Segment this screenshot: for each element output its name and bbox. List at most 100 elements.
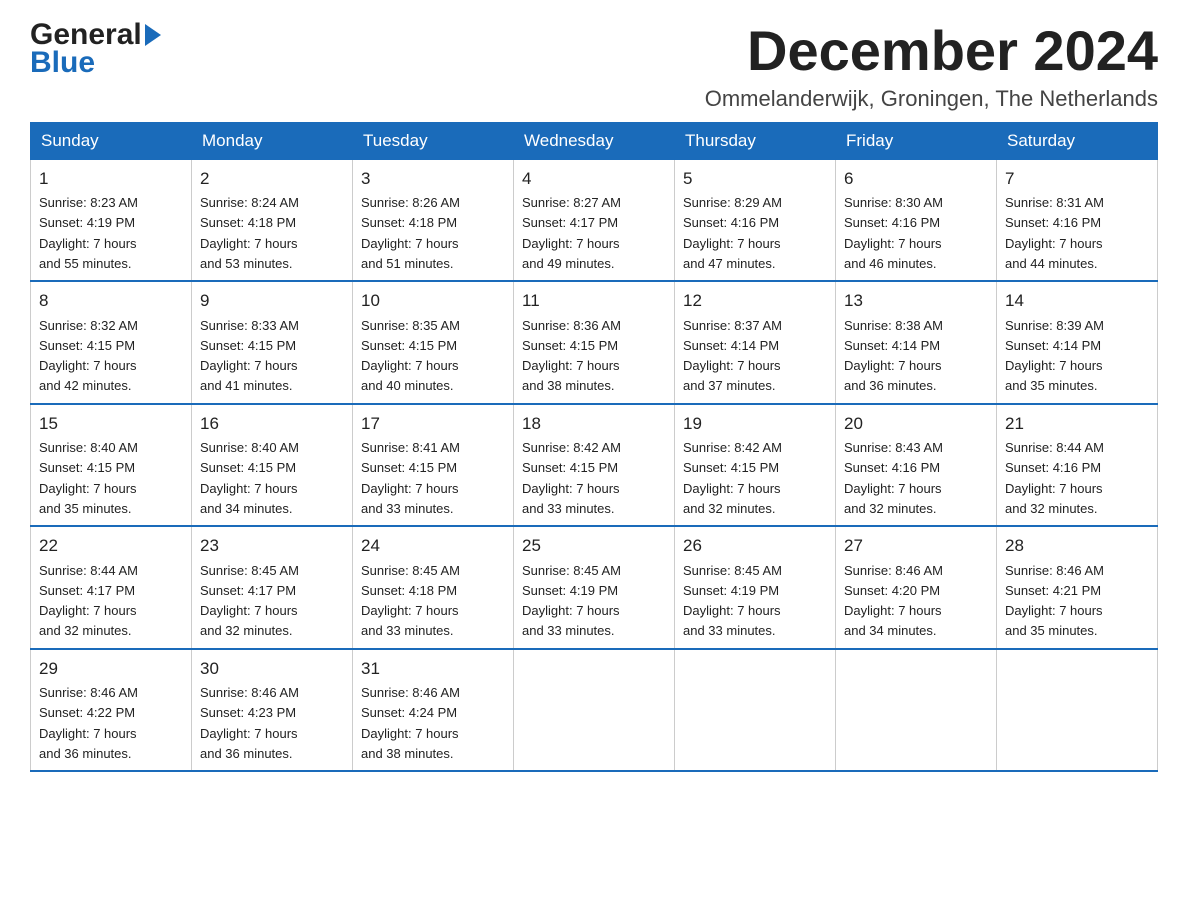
day-number: 5 [683, 166, 827, 192]
day-info: Sunrise: 8:33 AMSunset: 4:15 PMDaylight:… [200, 318, 299, 394]
day-number: 24 [361, 533, 505, 559]
day-number: 15 [39, 411, 183, 437]
day-number: 3 [361, 166, 505, 192]
calendar-day-cell: 25 Sunrise: 8:45 AMSunset: 4:19 PMDayligh… [514, 526, 675, 649]
day-info: Sunrise: 8:26 AMSunset: 4:18 PMDaylight:… [361, 195, 460, 271]
day-info: Sunrise: 8:46 AMSunset: 4:24 PMDaylight:… [361, 685, 460, 761]
day-info: Sunrise: 8:46 AMSunset: 4:23 PMDaylight:… [200, 685, 299, 761]
day-info: Sunrise: 8:24 AMSunset: 4:18 PMDaylight:… [200, 195, 299, 271]
day-info: Sunrise: 8:31 AMSunset: 4:16 PMDaylight:… [1005, 195, 1104, 271]
title-block: December 2024 Ommelanderwijk, Groningen,… [705, 20, 1158, 112]
day-number: 23 [200, 533, 344, 559]
day-info: Sunrise: 8:35 AMSunset: 4:15 PMDaylight:… [361, 318, 460, 394]
day-number: 13 [844, 288, 988, 314]
calendar-day-cell: 13 Sunrise: 8:38 AMSunset: 4:14 PMDayligh… [836, 281, 997, 404]
day-info: Sunrise: 8:23 AMSunset: 4:19 PMDaylight:… [39, 195, 138, 271]
day-info: Sunrise: 8:37 AMSunset: 4:14 PMDaylight:… [683, 318, 782, 394]
calendar-day-cell: 6Sunrise: 8:30 AMSunset: 4:16 PMDaylight… [836, 159, 997, 281]
calendar-day-cell: 9 Sunrise: 8:33 AMSunset: 4:15 PMDaylight… [192, 281, 353, 404]
day-info: Sunrise: 8:46 AMSunset: 4:22 PMDaylight:… [39, 685, 138, 761]
day-number: 29 [39, 656, 183, 682]
calendar-day-header: Friday [836, 122, 997, 159]
day-number: 22 [39, 533, 183, 559]
calendar-day-header: Wednesday [514, 122, 675, 159]
day-info: Sunrise: 8:42 AMSunset: 4:15 PMDaylight:… [522, 440, 621, 516]
calendar-day-cell: 20 Sunrise: 8:43 AMSunset: 4:16 PMDayligh… [836, 404, 997, 527]
calendar-day-cell: 18 Sunrise: 8:42 AMSunset: 4:15 PMDayligh… [514, 404, 675, 527]
day-info: Sunrise: 8:44 AMSunset: 4:16 PMDaylight:… [1005, 440, 1104, 516]
calendar-day-cell: 30 Sunrise: 8:46 AMSunset: 4:23 PMDayligh… [192, 649, 353, 772]
day-number: 31 [361, 656, 505, 682]
calendar-day-cell [836, 649, 997, 772]
day-info: Sunrise: 8:38 AMSunset: 4:14 PMDaylight:… [844, 318, 943, 394]
day-number: 18 [522, 411, 666, 437]
calendar-week-row: 15 Sunrise: 8:40 AMSunset: 4:15 PMDayligh… [31, 404, 1158, 527]
calendar-day-header: Monday [192, 122, 353, 159]
calendar-day-cell: 22 Sunrise: 8:44 AMSunset: 4:17 PMDayligh… [31, 526, 192, 649]
day-number: 14 [1005, 288, 1149, 314]
day-number: 12 [683, 288, 827, 314]
calendar-day-cell: 1 Sunrise: 8:23 AMSunset: 4:19 PMDaylight… [31, 159, 192, 281]
calendar-day-cell: 10 Sunrise: 8:35 AMSunset: 4:15 PMDayligh… [353, 281, 514, 404]
month-title: December 2024 [705, 20, 1158, 82]
calendar-day-cell: 27Sunrise: 8:46 AMSunset: 4:20 PMDayligh… [836, 526, 997, 649]
calendar-table: SundayMondayTuesdayWednesdayThursdayFrid… [30, 122, 1158, 773]
day-info: Sunrise: 8:44 AMSunset: 4:17 PMDaylight:… [39, 563, 138, 639]
calendar-day-cell: 24 Sunrise: 8:45 AMSunset: 4:18 PMDayligh… [353, 526, 514, 649]
day-number: 10 [361, 288, 505, 314]
calendar-day-cell: 17Sunrise: 8:41 AMSunset: 4:15 PMDayligh… [353, 404, 514, 527]
day-number: 17 [361, 411, 505, 437]
calendar-day-header: Saturday [997, 122, 1158, 159]
day-number: 2 [200, 166, 344, 192]
day-info: Sunrise: 8:36 AMSunset: 4:15 PMDaylight:… [522, 318, 621, 394]
calendar-day-cell [514, 649, 675, 772]
calendar-day-cell: 11 Sunrise: 8:36 AMSunset: 4:15 PMDayligh… [514, 281, 675, 404]
calendar-day-header: Sunday [31, 122, 192, 159]
day-info: Sunrise: 8:30 AMSunset: 4:16 PMDaylight:… [844, 195, 943, 271]
day-info: Sunrise: 8:46 AMSunset: 4:20 PMDaylight:… [844, 563, 943, 639]
calendar-day-cell: 31 Sunrise: 8:46 AMSunset: 4:24 PMDayligh… [353, 649, 514, 772]
day-info: Sunrise: 8:43 AMSunset: 4:16 PMDaylight:… [844, 440, 943, 516]
calendar-day-cell: 29 Sunrise: 8:46 AMSunset: 4:22 PMDayligh… [31, 649, 192, 772]
day-number: 16 [200, 411, 344, 437]
day-info: Sunrise: 8:29 AMSunset: 4:16 PMDaylight:… [683, 195, 782, 271]
day-number: 1 [39, 166, 183, 192]
day-number: 28 [1005, 533, 1149, 559]
day-number: 25 [522, 533, 666, 559]
day-number: 30 [200, 656, 344, 682]
calendar-week-row: 22 Sunrise: 8:44 AMSunset: 4:17 PMDayligh… [31, 526, 1158, 649]
logo-line2: Blue [30, 46, 95, 80]
calendar-day-cell: 12 Sunrise: 8:37 AMSunset: 4:14 PMDayligh… [675, 281, 836, 404]
day-number: 9 [200, 288, 344, 314]
calendar-day-cell: 28Sunrise: 8:46 AMSunset: 4:21 PMDayligh… [997, 526, 1158, 649]
calendar-day-cell: 15 Sunrise: 8:40 AMSunset: 4:15 PMDayligh… [31, 404, 192, 527]
day-info: Sunrise: 8:40 AMSunset: 4:15 PMDaylight:… [39, 440, 138, 516]
calendar-week-row: 8 Sunrise: 8:32 AMSunset: 4:15 PMDaylight… [31, 281, 1158, 404]
day-info: Sunrise: 8:42 AMSunset: 4:15 PMDaylight:… [683, 440, 782, 516]
day-info: Sunrise: 8:45 AMSunset: 4:19 PMDaylight:… [683, 563, 782, 639]
calendar-day-cell: 2 Sunrise: 8:24 AMSunset: 4:18 PMDaylight… [192, 159, 353, 281]
calendar-day-header: Tuesday [353, 122, 514, 159]
day-number: 20 [844, 411, 988, 437]
calendar-day-cell: 23 Sunrise: 8:45 AMSunset: 4:17 PMDayligh… [192, 526, 353, 649]
day-number: 11 [522, 288, 666, 314]
calendar-day-cell: 4Sunrise: 8:27 AMSunset: 4:17 PMDaylight… [514, 159, 675, 281]
day-info: Sunrise: 8:45 AMSunset: 4:19 PMDaylight:… [522, 563, 621, 639]
day-number: 8 [39, 288, 183, 314]
day-info: Sunrise: 8:40 AMSunset: 4:15 PMDaylight:… [200, 440, 299, 516]
calendar-day-cell: 8 Sunrise: 8:32 AMSunset: 4:15 PMDaylight… [31, 281, 192, 404]
day-info: Sunrise: 8:45 AMSunset: 4:18 PMDaylight:… [361, 563, 460, 639]
day-number: 21 [1005, 411, 1149, 437]
logo: General Blue [30, 20, 161, 80]
day-info: Sunrise: 8:32 AMSunset: 4:15 PMDaylight:… [39, 318, 138, 394]
calendar-day-header: Thursday [675, 122, 836, 159]
calendar-day-cell: 26Sunrise: 8:45 AMSunset: 4:19 PMDayligh… [675, 526, 836, 649]
day-info: Sunrise: 8:39 AMSunset: 4:14 PMDaylight:… [1005, 318, 1104, 394]
day-info: Sunrise: 8:45 AMSunset: 4:17 PMDaylight:… [200, 563, 299, 639]
calendar-day-cell: 21 Sunrise: 8:44 AMSunset: 4:16 PMDayligh… [997, 404, 1158, 527]
calendar-week-row: 1 Sunrise: 8:23 AMSunset: 4:19 PMDaylight… [31, 159, 1158, 281]
calendar-day-cell: 14 Sunrise: 8:39 AMSunset: 4:14 PMDayligh… [997, 281, 1158, 404]
day-number: 7 [1005, 166, 1149, 192]
logo-arrow-icon [145, 24, 161, 46]
page-header: General Blue December 2024 Ommelanderwij… [30, 20, 1158, 112]
